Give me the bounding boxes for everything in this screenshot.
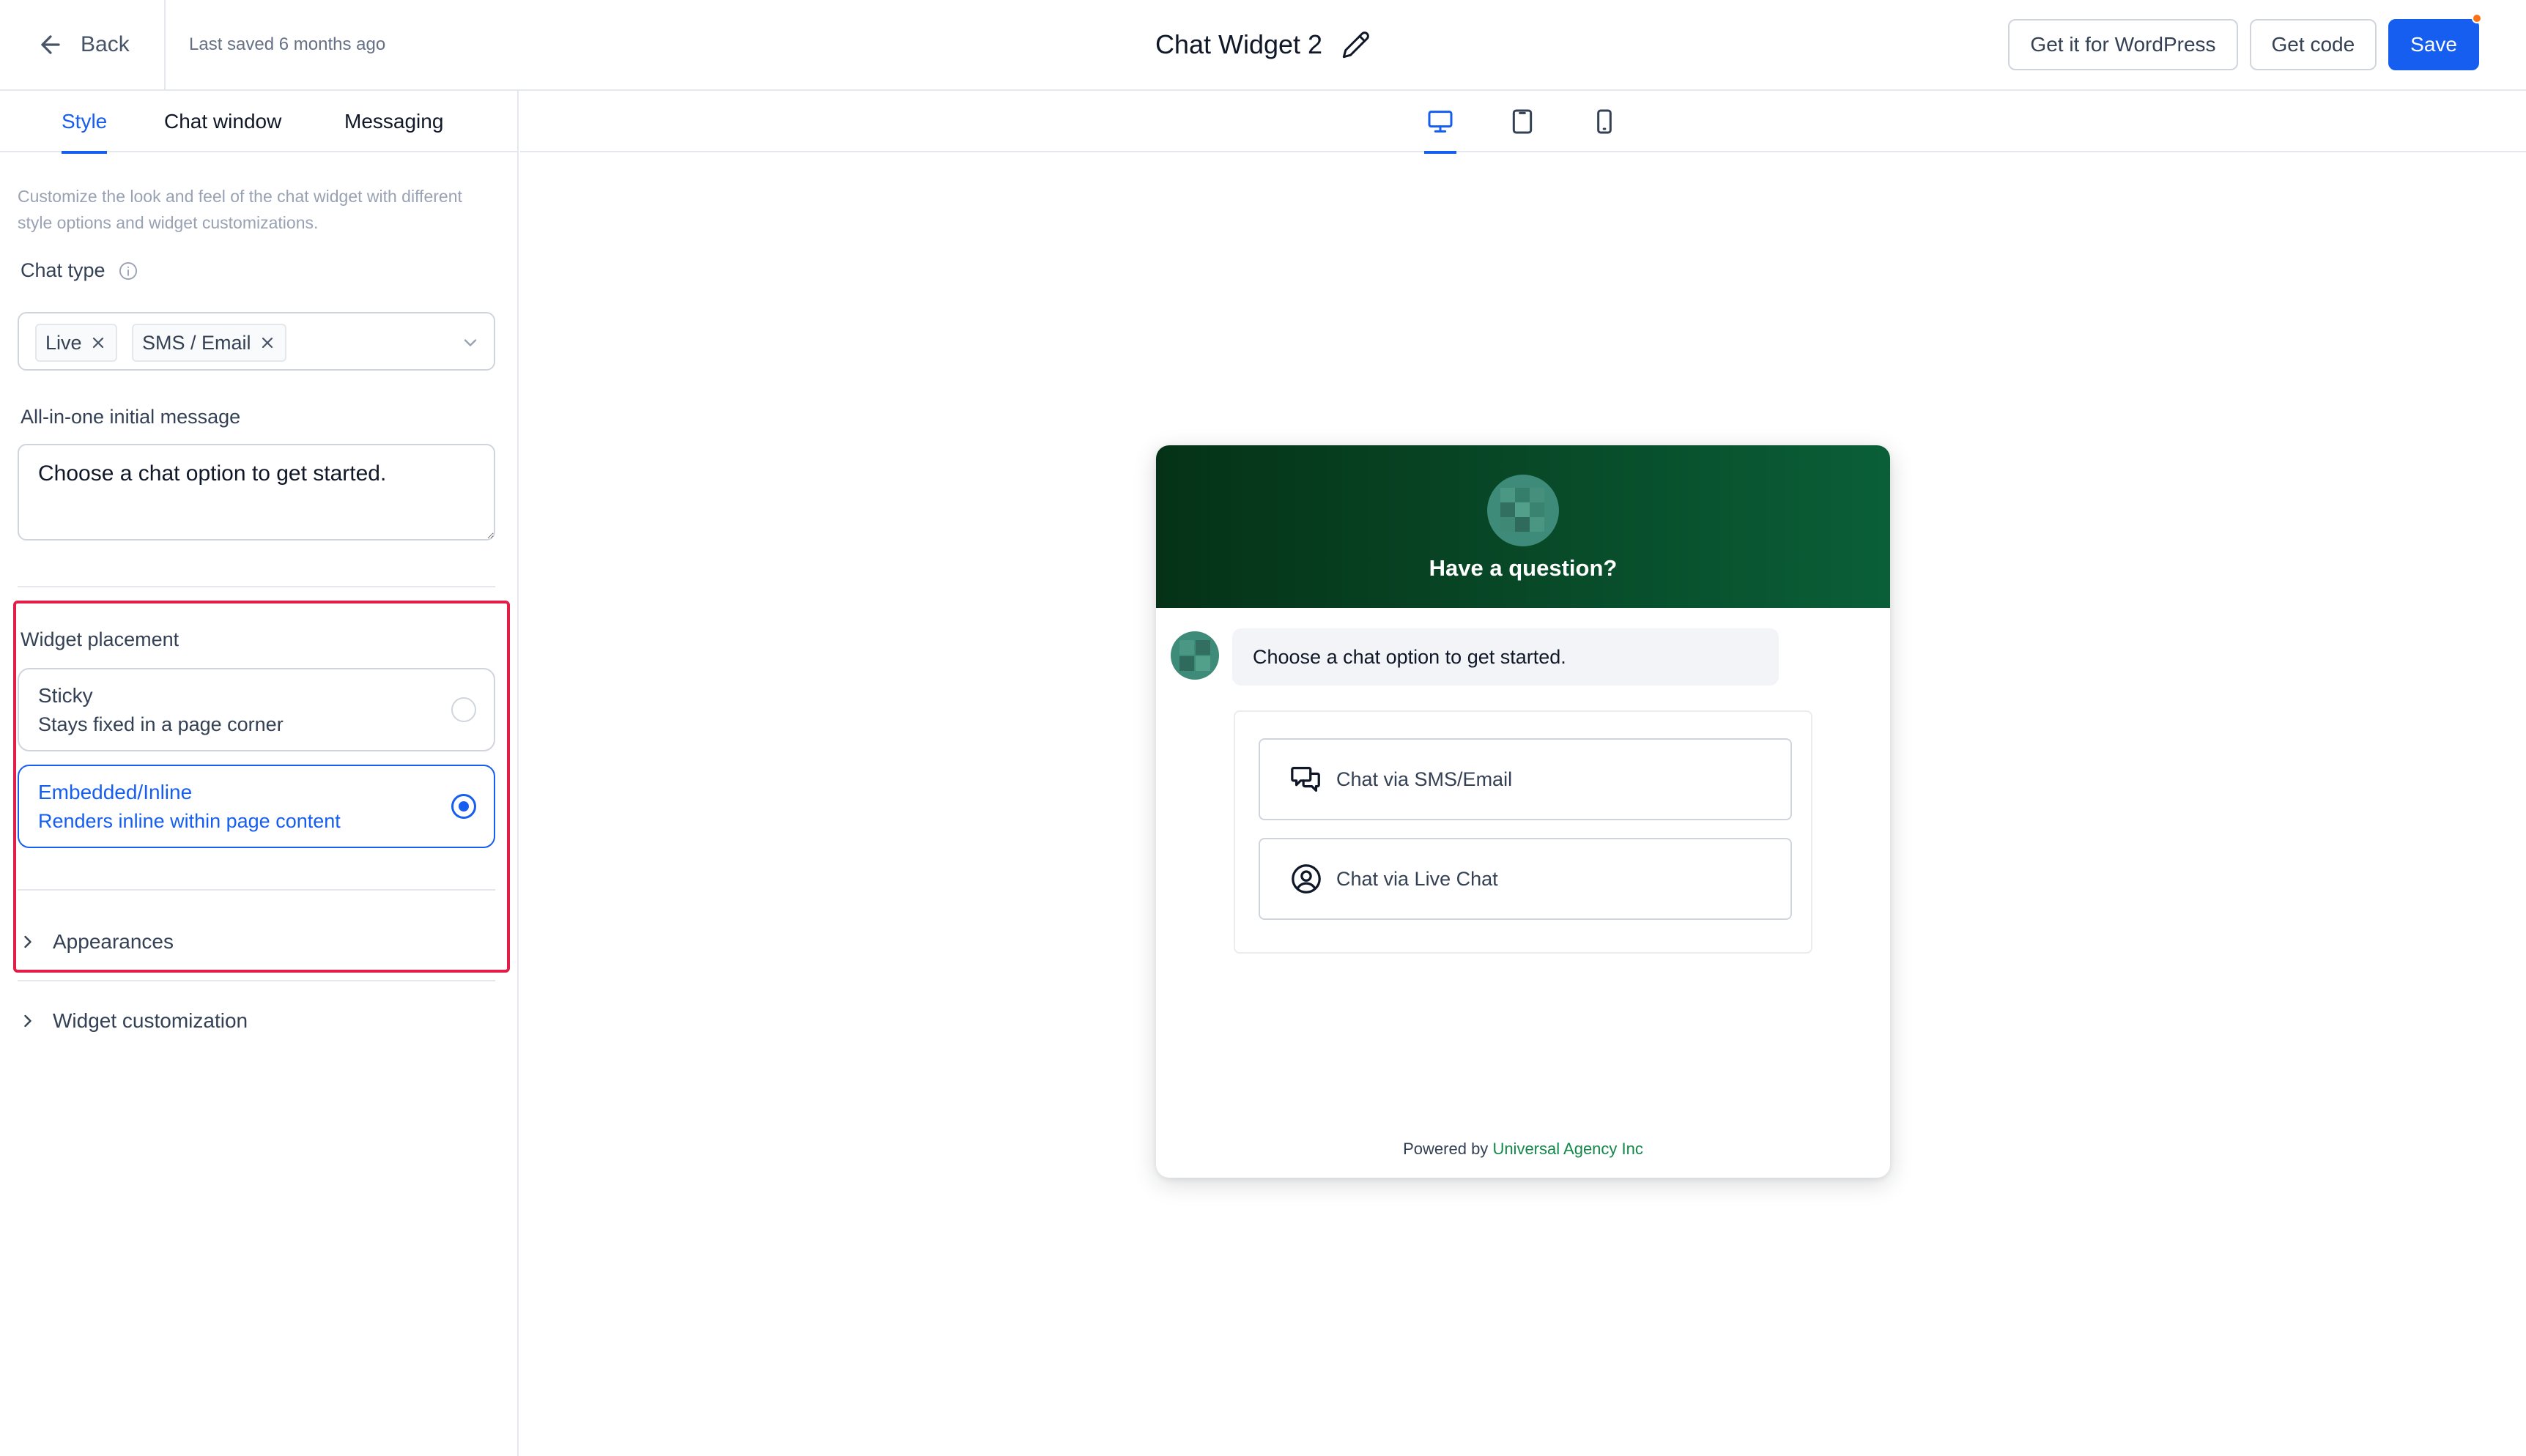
close-icon[interactable] [259,334,276,352]
chat-type-select[interactable]: Live SMS / Email [18,312,495,371]
divider [18,889,495,891]
chat-widget-preview: Have a question? Choose a chat option to… [1156,445,1890,1178]
radio-button[interactable] [451,794,476,819]
radio-button[interactable] [451,697,476,722]
tab-messaging[interactable]: Messaging [344,91,443,152]
desktop-preview-button[interactable] [1418,91,1462,154]
header-actions: Get it for WordPress Get code Save [2008,13,2482,70]
settings-panel: Style Chat window Messaging Customize th… [0,91,519,1456]
accordion-label: Widget customization [53,1009,248,1032]
chevron-right-icon [24,935,32,948]
mobile-icon [1597,109,1612,134]
chat-type-label-row: Chat type [21,259,138,282]
chevron-right-icon [24,1014,32,1028]
notification-dot [2472,13,2482,23]
chat-via-live-chat-button[interactable]: Chat via Live Chat [1259,838,1792,920]
chip-label: SMS / Email [142,331,251,354]
chat-type-label: Chat type [21,259,105,281]
divider [18,586,495,587]
option-title: Embedded/Inline [38,781,193,803]
initial-message-label: All-in-one initial message [21,406,241,428]
chip-sms-email: SMS / Email [132,324,286,362]
widget-header: Have a question? [1156,445,1890,608]
style-description: Customize the look and feel of the chat … [18,187,462,232]
settings-tabs: Style Chat window Messaging [0,91,517,154]
back-label: Back [81,32,130,56]
chevron-down-icon [464,339,477,346]
chat-options-card: Chat via SMS/Email Chat via Live Chat [1234,710,1812,954]
placement-option-embedded[interactable]: Embedded/Inline Renders inline within pa… [18,765,495,848]
close-icon[interactable] [89,334,107,352]
message-bubble: Choose a chat option to get started. [1232,628,1779,686]
chip-live: Live [35,324,117,362]
widget-title: Have a question? [1429,555,1618,581]
accordion-widget-customization[interactable]: Widget customization [18,986,495,1056]
option-subtitle: Renders inline within page content [38,810,341,832]
widget-placement-label: Widget placement [21,628,179,650]
chat-bubbles-icon [1291,767,1320,792]
option-subtitle: Stays fixed in a page corner [38,713,284,735]
accordion-appearances[interactable]: Appearances [18,907,495,977]
avatar [1171,631,1219,680]
get-wordpress-button[interactable]: Get it for WordPress [2008,19,2238,70]
info-icon[interactable] [118,261,138,281]
placement-option-sticky[interactable]: Sticky Stays fixed in a page corner [18,668,495,751]
tab-chat-window[interactable]: Chat window [164,91,281,152]
get-code-button[interactable]: Get code [2249,19,2377,70]
tablet-icon [1512,109,1533,134]
avatar [1487,475,1559,546]
initial-message-textarea[interactable]: Choose a chat option to get started. [18,444,495,541]
pencil-icon[interactable] [1341,30,1371,59]
brand-link[interactable]: Universal Agency Inc [1492,1140,1642,1158]
divider [18,980,495,981]
back-button[interactable]: Back [37,0,130,89]
chat-via-sms-email-button[interactable]: Chat via SMS/Email [1259,738,1792,820]
mobile-preview-button[interactable] [1582,91,1626,152]
desktop-icon [1428,111,1453,133]
save-button[interactable]: Save [2388,13,2482,70]
option-title: Sticky [38,684,93,707]
accordion-label: Appearances [53,930,174,953]
chip-label: Live [45,331,82,354]
tablet-preview-button[interactable] [1500,91,1544,152]
top-bar: Back Last saved 6 months ago Chat Widget… [0,0,2526,91]
arrow-left-icon [41,35,60,54]
last-saved-text: Last saved 6 months ago [189,34,386,54]
user-circle-icon [1292,864,1321,894]
powered-by-text: Powered by [1403,1140,1489,1158]
tab-style[interactable]: Style [62,91,108,154]
option-label: Chat via SMS/Email [1336,768,1513,790]
page-title: Chat Widget 2 [1155,29,1323,59]
save-label: Save [2410,33,2457,56]
option-label: Chat via Live Chat [1336,867,1498,890]
powered-by-footer: Powered by Universal Agency Inc [1156,1140,1890,1159]
device-preview-tabs [520,91,2526,154]
divider [164,0,166,89]
